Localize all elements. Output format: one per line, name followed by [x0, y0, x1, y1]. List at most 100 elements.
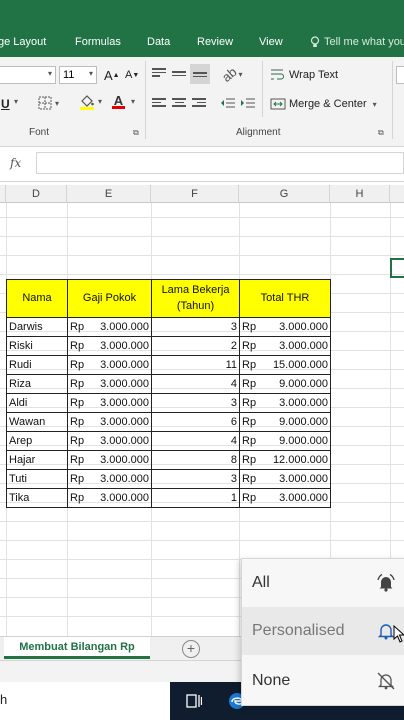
font-name-dropdown[interactable]: ▾: [0, 66, 56, 84]
cell-gaji-pokok[interactable]: Rp 3.000.000: [67, 450, 152, 470]
cell-nama[interactable]: Tuti: [6, 469, 68, 489]
cell-lama-bekerja[interactable]: 4: [151, 374, 240, 394]
font-dialog-launcher-icon[interactable]: ⧉: [133, 128, 139, 138]
orientation-icon: ab: [218, 64, 240, 85]
cell-lama-bekerja[interactable]: 3: [151, 469, 240, 489]
thr-table: Nama Gaji Pokok Lama Bekerja (Tahun) Tot…: [6, 279, 331, 508]
notification-option-none[interactable]: None: [242, 657, 404, 705]
cell-nama[interactable]: Rudi: [6, 355, 68, 375]
cell-nama[interactable]: Darwis: [6, 317, 68, 337]
sheet-tab-membuat-bilangan-rp[interactable]: Membuat Bilangan Rp: [4, 637, 150, 659]
cell-gaji-pokok[interactable]: Rp 3.000.000: [67, 393, 152, 413]
cell-total-thr[interactable]: Rp 3.000.000: [239, 393, 331, 413]
cell-lama-bekerja[interactable]: 3: [151, 317, 240, 337]
shrink-font-button[interactable]: A ▼: [125, 69, 139, 81]
merge-center-button[interactable]: Merge & Center ▾: [270, 97, 377, 111]
cell-nama[interactable]: Hajar: [6, 450, 68, 470]
column-header-e[interactable]: E: [67, 185, 151, 203]
font-color-button[interactable]: A: [112, 93, 125, 109]
currency-prefix: Rp: [70, 321, 85, 333]
column-header-g[interactable]: G: [239, 185, 330, 203]
cell-lama-bekerja[interactable]: 6: [151, 412, 240, 432]
table-row: Riza Rp 3.000.000 4 Rp 9.000.000: [6, 374, 331, 394]
orientation-button[interactable]: ab ▾: [218, 64, 243, 85]
tab-page-layout[interactable]: ge Layout: [0, 36, 46, 48]
formula-input[interactable]: [36, 152, 404, 174]
cell-nama[interactable]: Tika: [6, 488, 68, 508]
align-right-icon[interactable]: [192, 98, 206, 110]
column-header-f[interactable]: F: [151, 185, 239, 203]
cell-lama-bekerja[interactable]: 1: [151, 488, 240, 508]
align-top-icon[interactable]: [152, 68, 166, 80]
align-left-icon[interactable]: [152, 98, 166, 110]
font-size-dropdown[interactable]: 11 ▾: [59, 66, 97, 84]
cell-nama[interactable]: Riski: [6, 336, 68, 356]
decrease-indent-button[interactable]: [220, 97, 236, 109]
increase-indent-button[interactable]: [240, 97, 256, 109]
tab-formulas[interactable]: Formulas: [75, 36, 121, 48]
tell-me-box[interactable]: Tell me what you: [310, 36, 404, 48]
cell-gaji-pokok[interactable]: Rp 3.000.000: [67, 488, 152, 508]
cell-nama[interactable]: Arep: [6, 431, 68, 451]
cell-gaji-pokok[interactable]: Rp 3.000.000: [67, 317, 152, 337]
thr-value: 9.000.000: [279, 416, 328, 428]
thr-value: 3.000.000: [279, 473, 328, 485]
fill-color-button[interactable]: [80, 95, 94, 110]
cell-gaji-pokok[interactable]: Rp 3.000.000: [67, 469, 152, 489]
formula-bar: fx: [0, 147, 404, 182]
cell-gaji-pokok[interactable]: Rp 3.000.000: [67, 374, 152, 394]
cell-lama-bekerja[interactable]: 8: [151, 450, 240, 470]
cell-lama-bekerja[interactable]: 11: [151, 355, 240, 375]
cell-gaji-pokok[interactable]: Rp 3.000.000: [67, 431, 152, 451]
cell-total-thr[interactable]: Rp 3.000.000: [239, 469, 331, 489]
add-sheet-button[interactable]: +: [182, 640, 200, 658]
cell-total-thr[interactable]: Rp 15.000.000: [239, 355, 331, 375]
tab-review[interactable]: Review: [197, 36, 233, 48]
notification-option-personalised[interactable]: Personalised: [242, 607, 404, 655]
cell-total-thr[interactable]: Rp 9.000.000: [239, 431, 331, 451]
cell-lama-bekerja[interactable]: 2: [151, 336, 240, 356]
chevron-down-icon[interactable]: ▾: [14, 97, 18, 106]
align-center-icon[interactable]: [172, 98, 186, 110]
cell-gaji-pokok[interactable]: Rp 3.000.000: [67, 355, 152, 375]
header-nama[interactable]: Nama: [6, 279, 68, 318]
underline-button[interactable]: U: [1, 97, 10, 111]
cell-total-thr[interactable]: Rp 9.000.000: [239, 412, 331, 432]
cell-gaji-pokok[interactable]: Rp 3.000.000: [67, 412, 152, 432]
task-view-icon[interactable]: [186, 693, 202, 709]
header-lama-bekerja[interactable]: Lama Bekerja (Tahun): [151, 279, 240, 318]
cell-total-thr[interactable]: Rp 9.000.000: [239, 374, 331, 394]
wrap-text-button[interactable]: Wrap Text: [270, 68, 338, 82]
cell-nama[interactable]: Aldi: [6, 393, 68, 413]
cell-nama[interactable]: Riza: [6, 374, 68, 394]
insert-function-icon[interactable]: fx: [10, 156, 21, 170]
cell-lama-bekerja[interactable]: 3: [151, 393, 240, 413]
cell-total-thr[interactable]: Rp 3.000.000: [239, 317, 331, 337]
cell-total-thr[interactable]: Rp 3.000.000: [239, 488, 331, 508]
chevron-down-icon[interactable]: ▾: [98, 97, 102, 106]
cell-lama-bekerja[interactable]: 4: [151, 431, 240, 451]
chevron-down-icon[interactable]: ▾: [131, 97, 135, 106]
borders-button[interactable]: ▾: [38, 96, 59, 110]
align-bottom-button[interactable]: [190, 64, 210, 84]
column-header-i[interactable]: [390, 185, 404, 203]
cell-nama[interactable]: Wawan: [6, 412, 68, 432]
header-gaji-pokok[interactable]: Gaji Pokok: [67, 279, 152, 318]
notification-option-all[interactable]: All: [242, 559, 404, 607]
cell-total-thr[interactable]: Rp 12.000.000: [239, 450, 331, 470]
cell-total-thr[interactable]: Rp 3.000.000: [239, 336, 331, 356]
tab-view[interactable]: View: [259, 36, 283, 48]
tab-data[interactable]: Data: [147, 36, 170, 48]
align-middle-icon[interactable]: [172, 69, 186, 81]
cell-gaji-pokok[interactable]: Rp 3.000.000: [67, 336, 152, 356]
selected-cell[interactable]: [390, 258, 404, 278]
alignment-dialog-launcher-icon[interactable]: ⧉: [378, 128, 384, 138]
column-header-d[interactable]: D: [6, 185, 67, 203]
taskbar-search-box[interactable]: h: [0, 682, 170, 720]
number-format-dropdown[interactable]: [396, 66, 404, 84]
header-total-thr[interactable]: Total THR: [239, 279, 331, 318]
grow-font-button[interactable]: A ▲: [104, 68, 120, 83]
gaji-value: 3.000.000: [100, 397, 149, 409]
gaji-value: 3.000.000: [100, 473, 149, 485]
column-header-h[interactable]: H: [330, 185, 390, 203]
